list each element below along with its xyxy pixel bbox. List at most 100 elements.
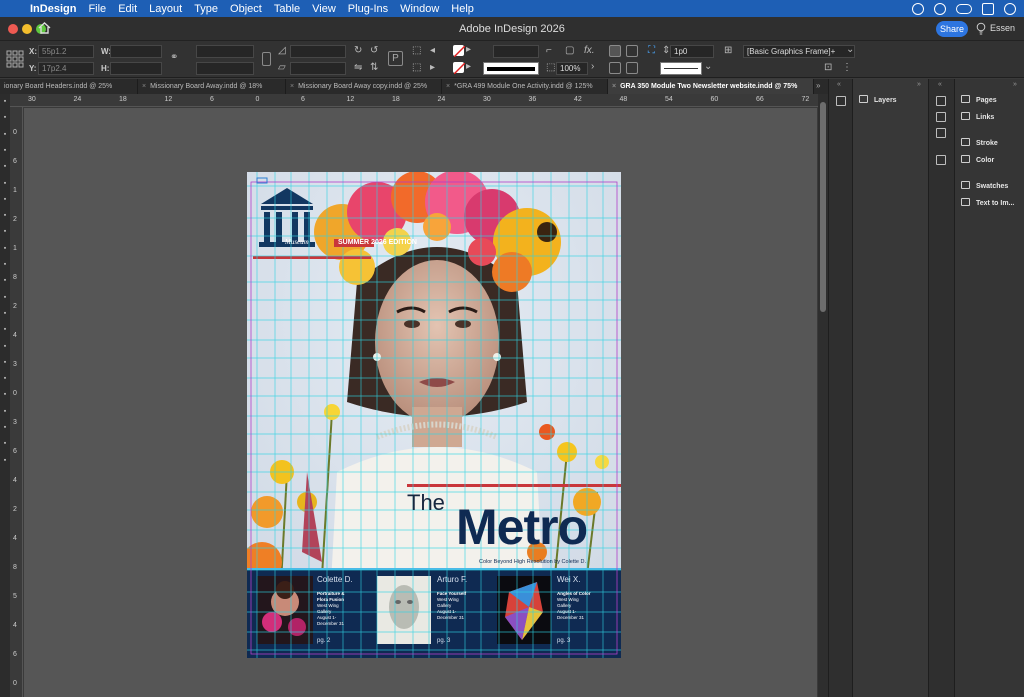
eyedropper-tool-icon[interactable]: ▪ <box>1 359 9 367</box>
menu-table[interactable]: Table <box>274 3 300 15</box>
expand-dock-icon[interactable]: » <box>1013 81 1017 88</box>
gradient-feather-tool-icon[interactable]: ▪ <box>1 326 9 334</box>
close-tab-icon[interactable]: × <box>142 83 146 90</box>
workspace-switcher[interactable]: Essen <box>990 23 1015 33</box>
formatting-tool-icon[interactable]: ▪ <box>1 440 9 448</box>
text-wrap-around-icon[interactable] <box>626 62 638 74</box>
character-styles-icon[interactable] <box>936 112 946 122</box>
close-tab-icon[interactable]: × <box>290 83 294 90</box>
panel-item-pages[interactable]: Pages <box>961 95 997 107</box>
y-field[interactable]: 17p2.4 <box>38 62 94 75</box>
layers-dock-icon[interactable] <box>836 96 846 106</box>
opacity-field[interactable]: 100% <box>556 62 588 75</box>
pencil-tool-icon[interactable]: ▪ <box>1 228 9 236</box>
scale-y-field[interactable] <box>196 62 254 75</box>
properties-icon[interactable] <box>936 155 946 165</box>
fill-stroke-tool-icon[interactable]: ▪ <box>1 408 9 416</box>
cloud-icon[interactable] <box>956 3 972 14</box>
vertical-scrollbar[interactable] <box>818 94 828 697</box>
gap-tool-icon[interactable]: ▪ <box>1 147 9 155</box>
collapse-strip-icon[interactable]: « <box>938 81 942 88</box>
tab-document-active[interactable]: × GRA 350 Module Two Newsletter website.i… <box>608 79 814 94</box>
hand-tool-icon[interactable]: ▪ <box>1 375 9 383</box>
width-field[interactable] <box>110 45 162 58</box>
creative-cloud-icon[interactable] <box>912 2 924 15</box>
share-button[interactable]: Share <box>936 21 968 37</box>
gradient-swatch-tool-icon[interactable]: ▪ <box>1 310 9 318</box>
select-container-icon[interactable]: ⬚ <box>412 45 421 57</box>
constrain-proportions-icon[interactable]: ⚭ <box>170 52 178 64</box>
object-style-dropdown[interactable]: [Basic Graphics Frame]+ <box>743 45 855 58</box>
rotate-ccw-icon[interactable]: ↺ <box>370 45 378 57</box>
close-tab-icon[interactable]: × <box>612 83 616 90</box>
scissors-tool-icon[interactable]: ▪ <box>1 277 9 285</box>
stroke-style-preview[interactable] <box>660 62 702 75</box>
line-tool-icon[interactable]: ▪ <box>1 196 9 204</box>
type-tool-icon[interactable]: ▪ <box>1 180 9 188</box>
lightbulb-icon[interactable] <box>976 22 986 35</box>
menu-layout[interactable]: Layout <box>149 3 182 15</box>
corner-options-icon[interactable]: ⌐ <box>546 45 552 57</box>
panel-item-links[interactable]: Links <box>961 112 994 124</box>
tab-document-4[interactable]: × *GRA 499 Module One Activity.indd @ 125… <box>442 79 608 94</box>
free-transform-tool-icon[interactable]: ▪ <box>1 294 9 302</box>
layers-tab[interactable]: Layers <box>859 95 897 107</box>
menu-help[interactable]: Help <box>451 3 474 15</box>
panel-item-stroke[interactable]: Stroke <box>961 138 998 150</box>
scale-x-field[interactable] <box>196 45 254 58</box>
fill-swatch-icon[interactable] <box>453 45 465 57</box>
menu-window[interactable]: Window <box>400 3 439 15</box>
panel-item-swatches[interactable]: Swatches <box>961 181 1008 193</box>
height-field[interactable] <box>110 62 162 75</box>
menu-type[interactable]: Type <box>194 3 218 15</box>
note-tool-icon[interactable]: ▪ <box>1 343 9 351</box>
upload-icon[interactable] <box>1004 2 1016 15</box>
panel-item-text-to-image[interactable]: Text to Im... <box>961 198 1014 210</box>
drive-icon[interactable] <box>982 2 994 15</box>
stroke-style-dropdown-icon[interactable]: ⌄ <box>704 61 712 73</box>
horizontal-ruler[interactable]: 30 24 18 12 6 0 6 12 18 24 30 36 42 48 54 60 66 72 <box>10 94 818 107</box>
text-wrap-icon[interactable] <box>609 62 621 74</box>
page-tool-icon[interactable]: ▪ <box>1 131 9 139</box>
panel-item-color[interactable]: Color <box>961 155 994 167</box>
align-stroke-center-icon[interactable] <box>609 45 621 57</box>
menu-file[interactable]: File <box>88 3 106 15</box>
expand-panel-icon[interactable]: » <box>917 81 921 88</box>
swap-tool-icon[interactable]: ▪ <box>1 424 9 432</box>
mode-tool-icon[interactable]: ▪ <box>1 457 9 465</box>
frame-fitting-icon[interactable]: ▢ <box>565 45 574 57</box>
flip-horizontal-icon[interactable]: ⇋ <box>354 62 362 74</box>
menu-plugins[interactable]: Plug-Ins <box>348 3 388 15</box>
direct-selection-tool-icon[interactable]: ▪ <box>1 114 9 122</box>
reference-point-icon[interactable] <box>6 50 24 68</box>
rotation-field[interactable] <box>290 45 346 58</box>
menu-app-indesign[interactable]: InDesign <box>30 3 76 15</box>
rectangle-tool-icon[interactable]: ▪ <box>1 261 9 269</box>
menu-object[interactable]: Object <box>230 3 262 15</box>
stroke-weight-field[interactable] <box>493 45 539 58</box>
content-collector-tool-icon[interactable]: ▪ <box>1 163 9 171</box>
constrain-scale-icon[interactable] <box>262 52 271 66</box>
select-content-icon[interactable]: ⬚ <box>412 62 421 74</box>
rotate-cw-icon[interactable]: ↻ <box>354 45 362 57</box>
stroke-dropdown-icon[interactable]: ▸ <box>466 61 471 73</box>
panel-menu-icon[interactable]: ⋮ <box>842 62 852 74</box>
tab-document-1[interactable]: ionary Board Headers.indd @ 25% <box>0 79 138 94</box>
vertical-ruler[interactable]: 06121824303642485460 <box>10 107 23 697</box>
close-tab-icon[interactable]: × <box>446 83 450 90</box>
document-page[interactable]: Museum SUMMER 2026 EDITION The Metro Col… <box>247 172 621 658</box>
stroke-type-dropdown[interactable] <box>483 62 539 75</box>
collapse-panel-icon[interactable]: « <box>837 81 841 88</box>
shear-field[interactable] <box>290 62 346 75</box>
stroke-swatch-icon[interactable] <box>453 62 465 74</box>
scrollbar-thumb[interactable] <box>820 102 826 312</box>
tab-document-3[interactable]: × Missionary Board Away copy.indd @ 25% <box>286 79 442 94</box>
selection-tool-icon[interactable]: ▪ <box>1 98 9 106</box>
opacity-dropdown-icon[interactable]: › <box>591 61 594 73</box>
zoom-tool-icon[interactable]: ▪ <box>1 391 9 399</box>
fill-dropdown-icon[interactable]: ▸ <box>466 44 471 56</box>
object-style-chevron-icon[interactable]: ⌄ <box>846 44 854 56</box>
tab-document-2[interactable]: × Missionary Board Away.indd @ 18% <box>138 79 286 94</box>
clear-overrides-icon[interactable]: ⊡ <box>824 62 832 74</box>
pen-tool-icon[interactable]: ▪ <box>1 212 9 220</box>
